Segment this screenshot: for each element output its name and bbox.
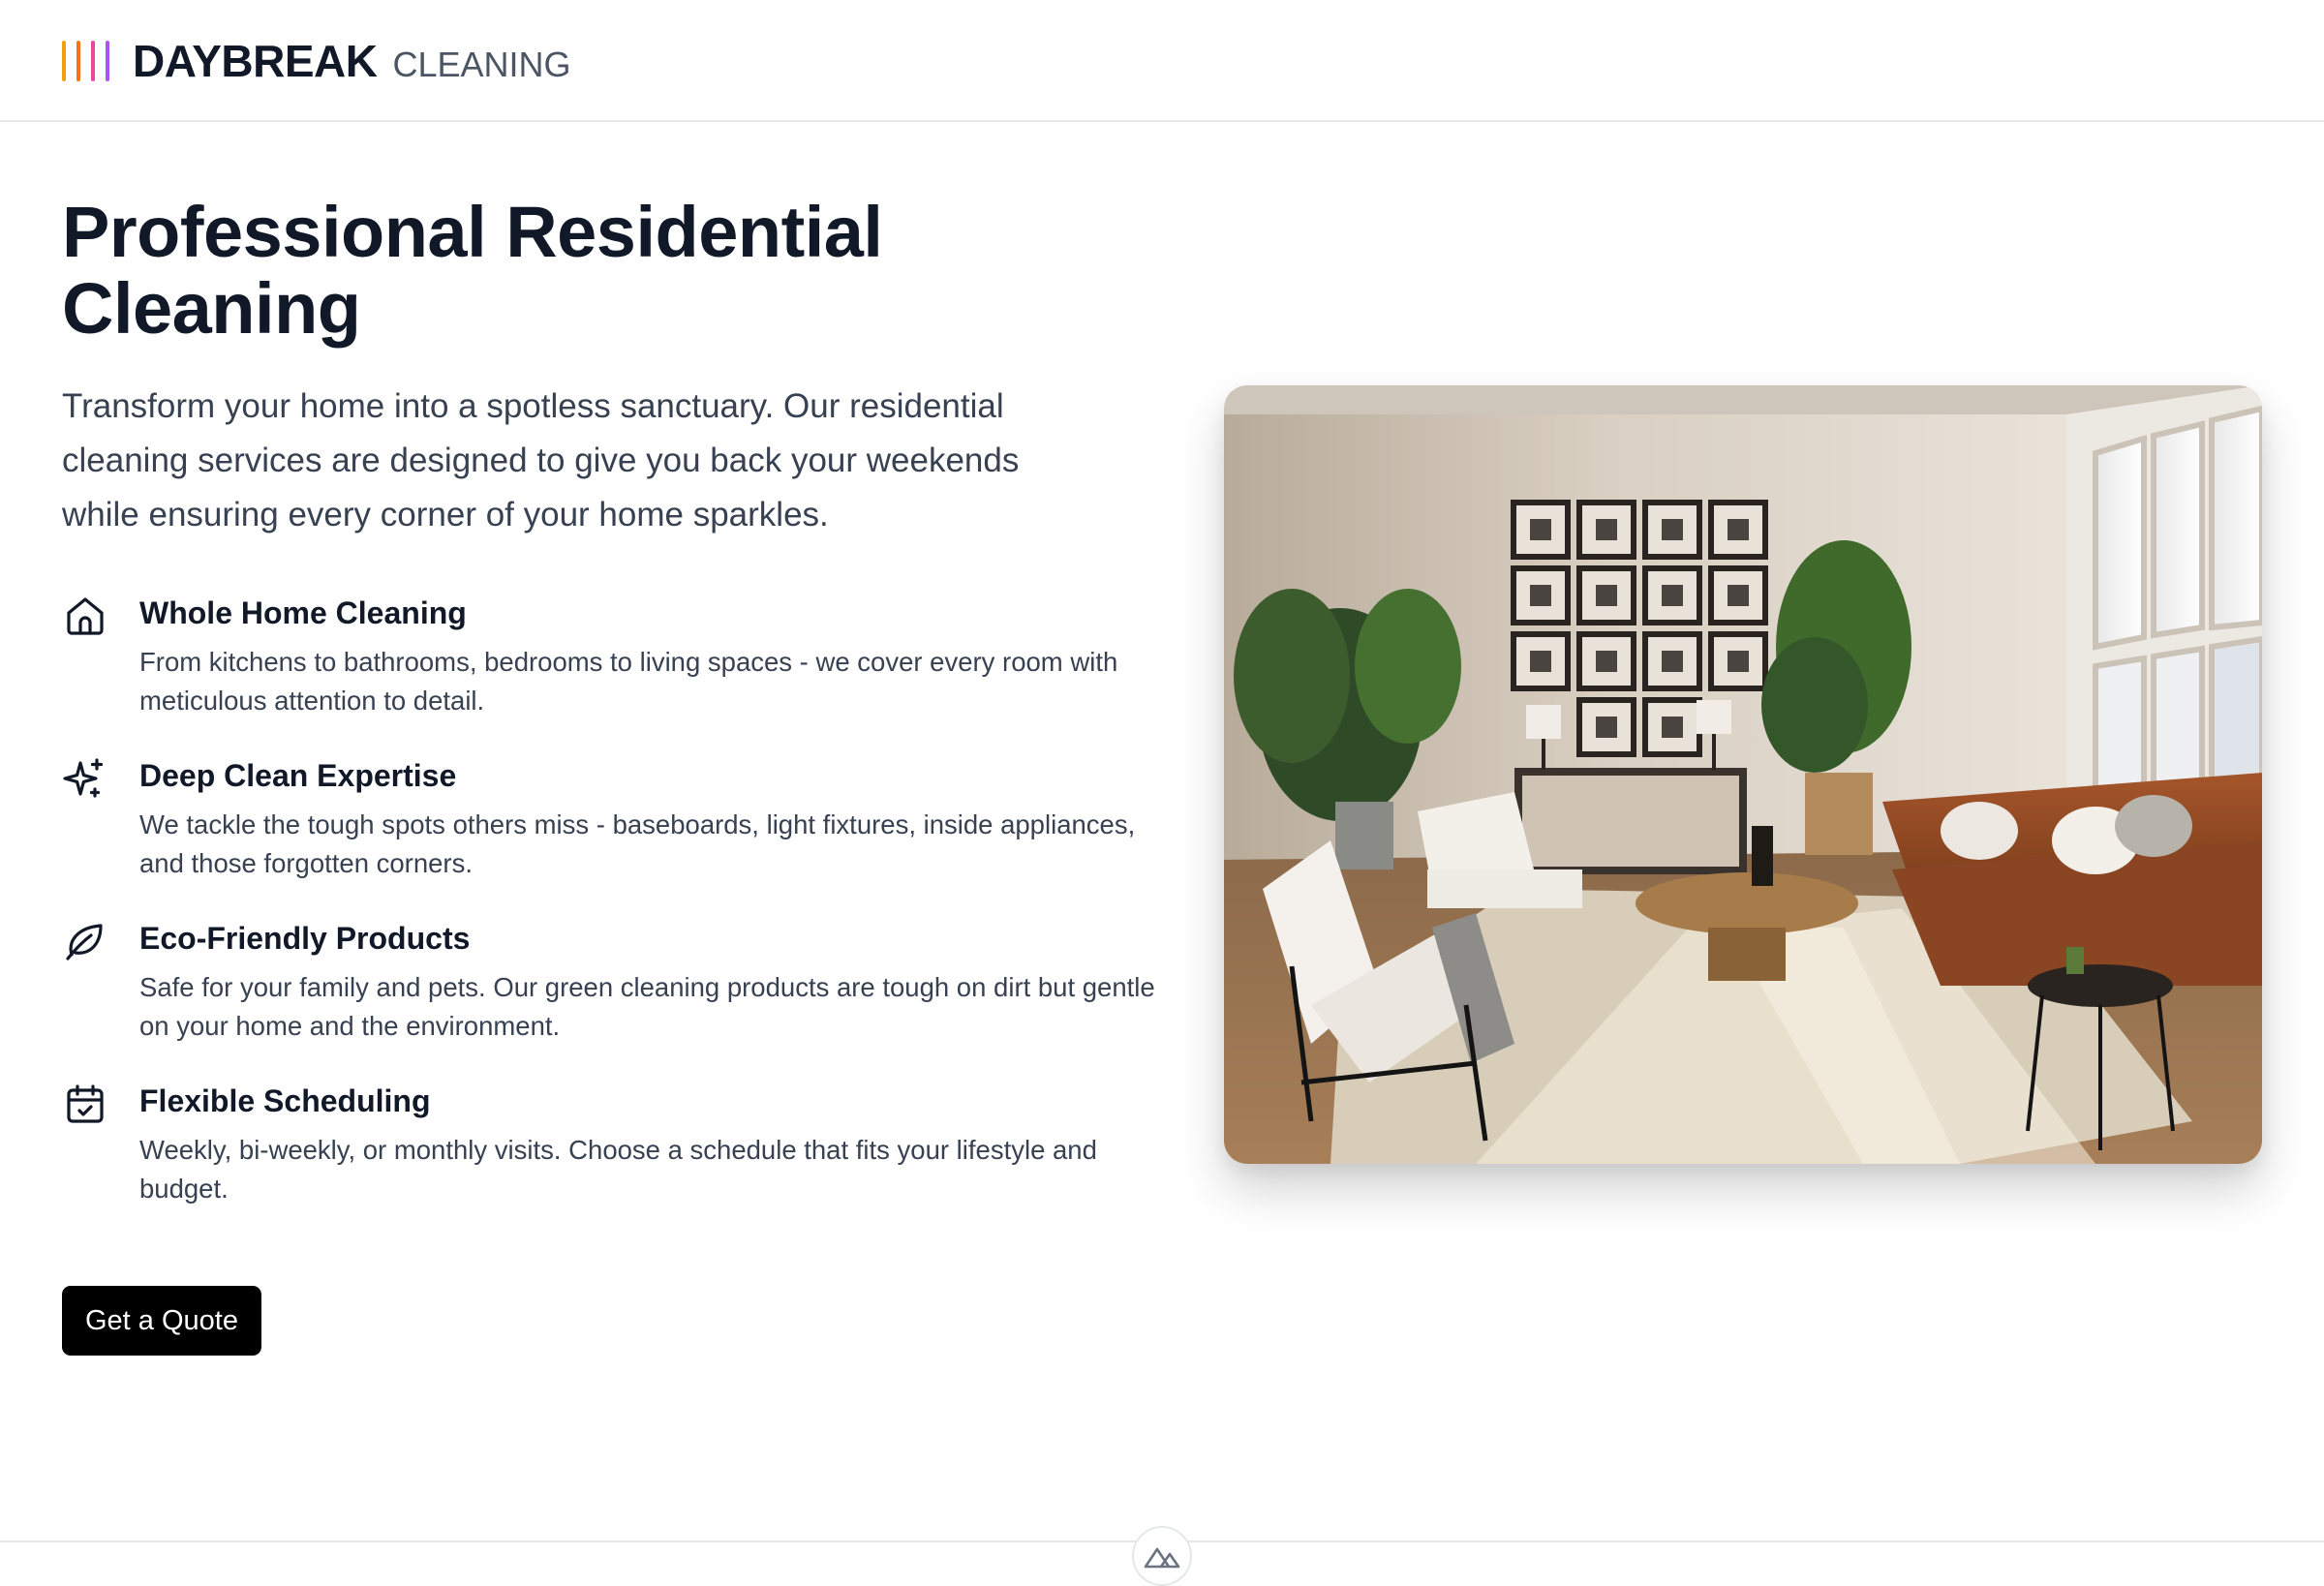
living-room-photo: [1224, 385, 2262, 1164]
logo-bar: [106, 41, 109, 81]
brand-subtitle: CLEANING: [392, 45, 571, 84]
calendar-check-icon: [62, 1081, 108, 1127]
feature-item: Deep Clean Expertise We tackle the tough…: [62, 749, 1135, 912]
feature-item: Flexible Scheduling Weekly, bi-weekly, o…: [62, 1075, 1108, 1237]
site-header: DAYBREAK CLEANING: [0, 0, 2324, 122]
page-title-line1: Professional Residential: [62, 192, 883, 272]
feature-title: Eco-Friendly Products: [139, 921, 471, 956]
feature-title: Flexible Scheduling: [139, 1083, 431, 1118]
feature-item: Eco-Friendly Products Safe for your fami…: [62, 912, 1155, 1075]
mountain-logo-icon: [1144, 1547, 1180, 1569]
logo-bar: [62, 41, 66, 81]
footer-badge[interactable]: [1132, 1526, 1192, 1586]
feature-title: Whole Home Cleaning: [139, 595, 467, 630]
logo-bars-icon: [62, 41, 109, 81]
feature-description: We tackle the tough spots others miss - …: [139, 809, 1136, 878]
get-quote-button[interactable]: Get a Quote: [62, 1286, 261, 1356]
feature-description: Safe for your family and pets. Our green…: [139, 972, 1155, 1041]
page-title-line2: Cleaning: [62, 268, 361, 349]
feature-title: Deep Clean Expertise: [139, 758, 457, 793]
feature-description: Weekly, bi-weekly, or monthly visits. Ch…: [139, 1135, 1097, 1204]
brand-name: DAYBREAK: [133, 36, 378, 86]
home-icon: [62, 593, 108, 639]
feature-description: From kitchens to bathrooms, bedrooms to …: [139, 647, 1118, 716]
feature-item: Whole Home Cleaning From kitchens to bat…: [62, 587, 1117, 749]
brand-logo[interactable]: DAYBREAK CLEANING: [62, 29, 571, 93]
feature-list: Whole Home Cleaning From kitchens to bat…: [62, 587, 1155, 1237]
sparkles-icon: [62, 755, 108, 802]
intro-paragraph: Transform your home into a spotless sanc…: [62, 387, 1020, 534]
leaf-icon: [62, 918, 108, 964]
page-title: Professional Residential Cleaning: [62, 194, 1079, 347]
logo-bar: [91, 41, 95, 81]
logo-bar: [76, 41, 80, 81]
